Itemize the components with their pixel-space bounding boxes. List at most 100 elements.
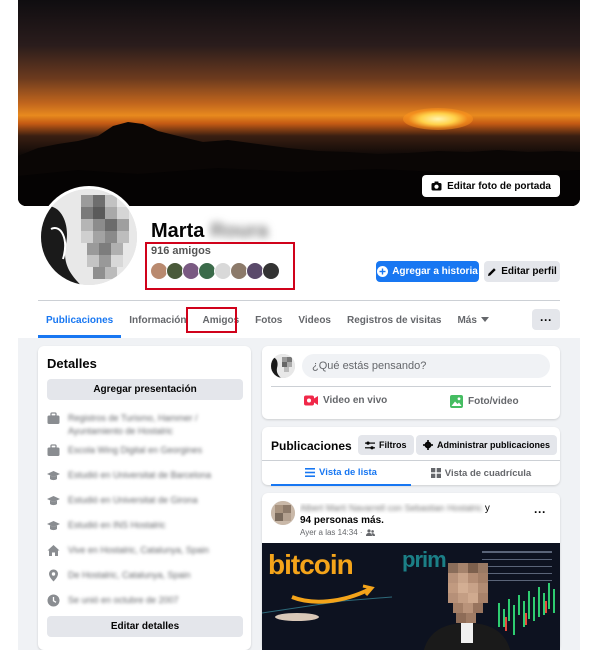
tab-videos[interactable]: Videos (290, 302, 339, 338)
avatar-image (271, 354, 295, 378)
detail-text: Estudió en INS Hostalric (68, 520, 166, 530)
friend-avatar[interactable] (262, 262, 280, 280)
cover-photo[interactable]: Editar foto de portada (18, 0, 580, 206)
filters-label: Filtros (379, 440, 407, 450)
live-video-icon (304, 395, 318, 406)
profile-tabs: Publicaciones Información Amigos Fotos V… (38, 302, 497, 338)
detail-text: De Hostalric, Catalunya, Spain (68, 570, 191, 580)
tab-label: Fotos (255, 314, 283, 326)
composer-card: ¿Qué estás pensando? Video en vivo Foto/… (262, 346, 560, 419)
detail-text: Se unió en octubre de 2007 (68, 595, 179, 605)
profile-page: Editar foto de portada Marta Roura 916 a… (0, 0, 600, 650)
tab-fotos[interactable]: Fotos (247, 302, 290, 338)
edit-profile-button[interactable]: Editar perfil (484, 261, 560, 282)
tab-informacion[interactable]: Información (121, 302, 194, 338)
home-icon (47, 545, 60, 556)
post-image[interactable]: bitcoin prim (262, 543, 560, 650)
plus-circle-icon (377, 266, 389, 277)
header-divider (38, 300, 560, 301)
tab-label: Registros de visitas (346, 314, 442, 326)
avatar-image (271, 501, 295, 525)
list-view-label: Vista de lista (319, 466, 377, 478)
post-people-count[interactable]: 94 personas más. (300, 515, 384, 526)
briefcase-icon (47, 412, 60, 424)
publications-card: Publicaciones Filtros Administrar public… (262, 427, 560, 486)
post-tagged-names[interactable]: Albert Martí Navarrell con Sebastian Hos… (300, 503, 482, 513)
add-presentation-button[interactable]: Agregar presentación (47, 379, 243, 400)
camera-icon (431, 181, 442, 191)
bitcoin-word: bitcoin (268, 549, 354, 580)
grid-view-tab[interactable]: Vista de cuadrícula (411, 460, 551, 486)
composer-divider (271, 386, 551, 387)
profile-avatar[interactable] (38, 186, 140, 288)
pencil-icon (488, 267, 496, 276)
friends-privacy-icon (365, 529, 375, 536)
detail-text: Vive en Hostalric, Catalunya, Spain (68, 545, 209, 555)
details-card: Detalles Agregar presentación Registros … (38, 346, 251, 650)
friends-count[interactable]: 916 amigos (151, 245, 211, 257)
detail-item: Estudió en INS Hostalric (47, 519, 242, 532)
live-video-button[interactable]: Video en vivo (304, 395, 387, 406)
friend-avatars[interactable] (150, 262, 280, 280)
graduation-cap-icon (47, 496, 60, 506)
edit-cover-button[interactable]: Editar foto de portada (422, 175, 560, 197)
manage-posts-button[interactable]: Administrar publicaciones (416, 435, 558, 455)
live-video-label: Video en vivo (323, 395, 388, 406)
post-options-button[interactable]: ··· (534, 505, 546, 519)
photo-video-button[interactable]: Foto/video (450, 395, 519, 408)
whats-on-your-mind-input[interactable]: ¿Qué estás pensando? (302, 354, 550, 378)
post-avatar[interactable] (271, 501, 295, 525)
detail-text: Registros de Turismo, Hammer / Ayuntamie… (68, 413, 198, 436)
more-options-button[interactable]: ··· (532, 309, 560, 330)
avatar-image (41, 189, 137, 285)
tab-publicaciones[interactable]: Publicaciones (38, 302, 122, 338)
detail-item: Se unió en octubre de 2007 (47, 594, 242, 607)
profile-name: Marta Roura (151, 220, 268, 243)
add-story-button[interactable]: Agregar a historia (376, 261, 479, 282)
publications-title: Publicaciones (271, 439, 352, 453)
location-pin-icon (49, 569, 58, 582)
post-options-label: ··· (534, 505, 546, 519)
photo-icon (450, 395, 463, 408)
gear-icon (423, 440, 433, 450)
tab-registros-visitas[interactable]: Registros de visitas (339, 302, 449, 338)
post-conjunction: y (484, 503, 490, 514)
detail-item: Estudió en Universitat de Barcelona (47, 469, 242, 482)
post-timestamp[interactable]: Ayer a las 14:34 · (300, 528, 363, 537)
post-meta: Ayer a las 14:34 · (300, 528, 375, 537)
detail-text: Estudió en Universitat de Girona (68, 495, 198, 505)
profile-first-name: Marta (151, 220, 205, 242)
list-view-tab[interactable]: Vista de lista (271, 460, 411, 486)
tab-label: Información (129, 314, 187, 326)
profile-last-name: Roura (210, 220, 269, 242)
clock-icon (47, 594, 60, 607)
detail-item: De Hostalric, Catalunya, Spain (47, 569, 242, 582)
edit-cover-label: Editar foto de portada (447, 180, 551, 192)
more-options-label: ··· (540, 312, 552, 327)
edit-details-label: Editar detalles (110, 621, 180, 632)
graduation-cap-icon (47, 471, 60, 481)
person-figure (423, 563, 511, 650)
amigos-highlight-box (186, 307, 237, 333)
composer-placeholder: ¿Qué estás pensando? (312, 360, 427, 372)
details-title: Detalles (47, 356, 97, 371)
detail-text: Escola Wing Digital en Georgines (68, 445, 203, 455)
grid-icon (430, 468, 441, 478)
tab-mas[interactable]: Más (449, 302, 496, 338)
grid-view-label: Vista de cuadrícula (444, 467, 532, 479)
filters-button[interactable]: Filtros (358, 435, 414, 455)
detail-item: Escola Wing Digital en Georgines (47, 444, 242, 457)
add-presentation-label: Agregar presentación (93, 384, 197, 395)
edit-details-button[interactable]: Editar detalles (47, 616, 243, 637)
sliders-icon (365, 441, 375, 449)
add-story-label: Agregar a historia (392, 266, 478, 277)
tab-label: Más (457, 314, 477, 326)
manage-posts-label: Administrar publicaciones (437, 440, 551, 450)
briefcase-icon (47, 444, 60, 456)
caret-down-icon (480, 317, 489, 322)
tab-label: Publicaciones (46, 314, 114, 326)
edit-profile-label: Editar perfil (501, 266, 557, 277)
detail-item: Vive en Hostalric, Catalunya, Spain (47, 544, 242, 557)
photo-video-label: Foto/video (468, 396, 519, 407)
composer-avatar[interactable] (271, 354, 295, 378)
